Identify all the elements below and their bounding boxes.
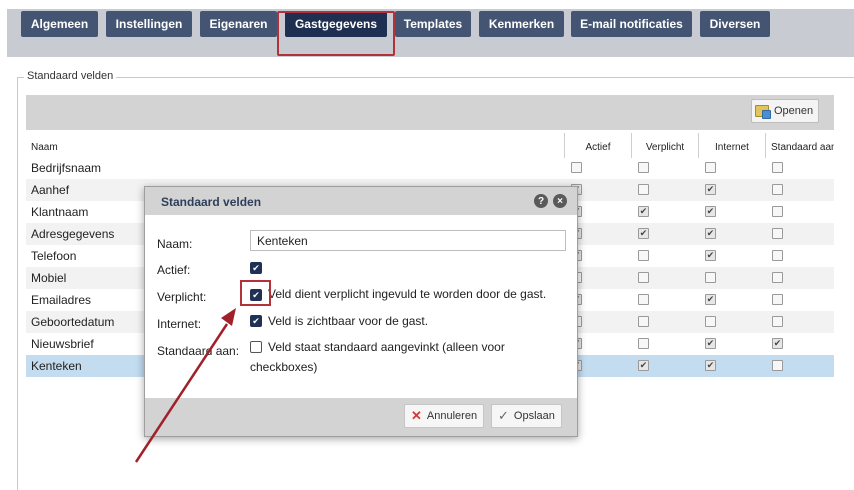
row-name: Mobiel [31,271,67,285]
actief-checkbox[interactable] [571,162,582,173]
standaard-checkbox[interactable] [772,316,783,327]
verplicht-checkbox[interactable] [638,184,649,195]
verplicht-checkbox[interactable] [638,250,649,261]
verplicht-checkbox[interactable] [638,316,649,327]
internet-checkbox[interactable] [705,316,716,327]
standaard-aan-label: Standaard aan: [157,344,240,358]
column-separator [564,133,565,158]
save-button[interactable]: ✓ Opslaan [491,404,562,428]
open-button[interactable]: Openen [751,99,819,123]
verplicht-checkbox[interactable]: ✔ [638,360,649,371]
fieldset-legend: Standaard velden [24,70,117,82]
row-name: Telefoon [31,249,77,263]
standaard-checkbox[interactable]: ✔ [772,338,783,349]
row-name: Emailadres [31,293,92,307]
internet-checkbox[interactable]: ✔ [705,184,716,195]
row-name: Nieuwsbrief [31,337,94,351]
verplicht-checkbox[interactable] [638,162,649,173]
row-name: Bedrijfsnaam [31,161,102,175]
actief-checkbox[interactable]: ✔ [250,262,262,274]
tab-templates[interactable]: Templates [395,11,471,37]
cancel-x-icon: ✕ [411,408,422,423]
column-separator [698,133,699,158]
standaard-checkbox[interactable] [772,294,783,305]
standaard-checkbox[interactable] [772,206,783,217]
tab-instellingen[interactable]: Instellingen [106,11,192,37]
row-name: Geboortedatum [31,315,115,329]
tab-gastgegevens[interactable]: Gastgegevens [285,11,387,37]
internet-checkbox[interactable]: ✔ [705,360,716,371]
column-header-actief[interactable]: Actief [565,133,631,158]
verplicht-label: Verplicht: [157,290,207,304]
internet-checkbox[interactable]: ✔ [705,250,716,261]
dialog-title: Standaard velden [161,195,262,209]
verplicht-checkbox[interactable]: ✔ [250,289,262,301]
naam-label: Naam: [157,237,193,251]
internet-checkbox[interactable] [705,162,716,173]
column-separator [631,133,632,158]
verplicht-checkbox[interactable] [638,294,649,305]
cancel-button[interactable]: ✕ Annuleren [404,404,485,428]
column-header-internet[interactable]: Internet [699,133,765,158]
close-icon[interactable]: × [553,194,567,208]
standaard-checkbox[interactable] [772,272,783,283]
table-row[interactable]: Bedrijfsnaam [26,157,834,179]
grid-toolbar [26,95,834,130]
internet-checkbox[interactable]: ✔ [705,338,716,349]
standaard-velden-dialog: Standaard velden ? × Naam: Actief: ✔ Ver… [144,186,578,437]
verplicht-description: Veld dient verplicht ingevuld te worden … [268,287,547,301]
internet-checkbox[interactable]: ✔ [705,206,716,217]
column-separator [765,133,766,158]
internet-checkbox[interactable] [705,272,716,283]
standaard-checkbox[interactable] [772,250,783,261]
help-icon[interactable]: ? [534,194,548,208]
tab-kenmerken[interactable]: Kenmerken [479,11,564,37]
standaard-aan-description-text: Veld staat standaard aangevinkt (alleen … [250,340,505,374]
open-folder-icon [755,105,771,119]
internet-checkbox[interactable]: ✔ [705,294,716,305]
standaard-checkbox[interactable] [772,360,783,371]
column-header-naam[interactable]: Naam [31,133,561,158]
internet-label: Internet: [157,317,202,331]
actief-label: Actief: [157,263,191,277]
dialog-header: Standaard velden ? × [145,187,577,215]
column-header-verplicht[interactable]: Verplicht [632,133,698,158]
internet-description: Veld is zichtbaar voor de gast. [268,314,429,328]
internet-checkbox[interactable]: ✔ [705,228,716,239]
tab-eigenaren[interactable]: Eigenaren [200,11,277,37]
dialog-footer: ✕ Annuleren ✓ Opslaan [145,398,577,436]
save-button-label: Opslaan [513,410,555,422]
row-name: Aanhef [31,183,70,197]
row-name: Adresgegevens [31,227,115,241]
column-header-standaard-aan[interactable]: Standaard aan [771,133,834,158]
verplicht-checkbox[interactable] [638,338,649,349]
standaard-aan-description: Veld staat standaard aangevinkt (alleen … [250,337,540,377]
row-name: Klantnaam [31,205,89,219]
verplicht-checkbox[interactable]: ✔ [638,228,649,239]
verplicht-checkbox[interactable] [638,272,649,283]
verplicht-checkbox[interactable]: ✔ [638,206,649,217]
row-name: Kenteken [31,359,82,373]
standaard-checkbox[interactable] [772,162,783,173]
tab-algemeen[interactable]: Algemeen [21,11,98,37]
standaard-checkbox[interactable] [772,228,783,239]
cancel-button-label: Annuleren [426,410,478,422]
save-check-icon: ✓ [498,408,509,423]
internet-checkbox[interactable]: ✔ [250,315,262,327]
tab-email-notificaties[interactable]: E-mail notificaties [571,11,692,37]
grid-header: Naam Actief Verplicht Internet Standaard… [26,133,834,158]
naam-input[interactable] [250,230,566,251]
open-button-label: Openen [774,105,814,117]
tab-diversen[interactable]: Diversen [700,11,770,37]
standaard-checkbox[interactable] [772,184,783,195]
